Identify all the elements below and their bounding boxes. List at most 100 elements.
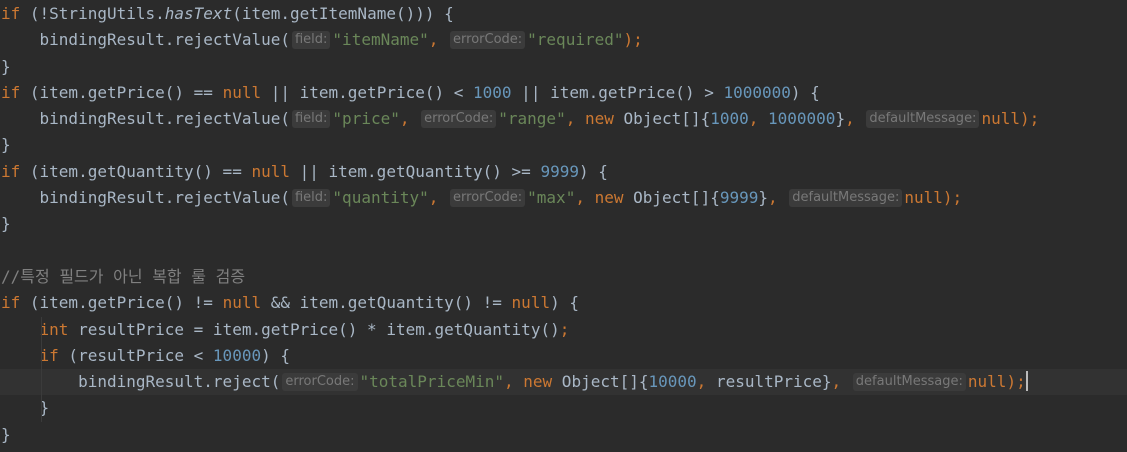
code-token: "itemName" [332,30,429,50]
indent-guide [41,395,42,422]
code-token: null [222,293,262,313]
code-token: } [1,56,11,76]
code-token: if [1,82,21,102]
code-token: , [831,372,851,392]
code-line[interactable]: if (item.getQuantity() == null || item.g… [0,159,1127,185]
code-token: || item.getPrice() > [511,82,724,102]
code-token: || item.getQuantity() >= [289,161,541,181]
code-token: if [1,4,21,23]
code-token: ); [942,188,963,208]
code-token: 1000 [473,82,512,102]
code-token: 9999 [540,161,579,181]
code-token: "price" [332,109,400,129]
code-token: ; [559,319,570,339]
code-token: bindingResult.rejectValue( [1,109,290,129]
code-token: "quantity" [332,188,429,208]
code-token: (!StringUtils. [20,4,165,23]
code-token: (item.getPrice() == [20,82,223,102]
code-line[interactable]: if (item.getPrice() == null || item.getP… [0,80,1127,106]
parameter-hint: errorCode: [282,373,358,392]
code-line[interactable]: int resultPrice = item.getPrice() * item… [0,316,1127,343]
code-line[interactable]: } [0,132,1127,158]
code-token: && item.getQuantity() != [261,293,512,313]
code-line[interactable]: bindingResult.reject(errorCode: "totalPri… [0,369,1127,396]
code-token: if [1,161,21,181]
code-token: resultPrice = item.getPrice() * item.get… [68,319,560,339]
code-token: } [1,135,11,155]
code-token: } [1,424,11,444]
code-token: resultPrice} [715,372,832,392]
code-token: 1000000 [768,109,836,129]
code-line[interactable]: } [0,54,1127,80]
parameter-hint: errorCode: [450,31,526,50]
code-token: if [39,345,59,365]
code-token: } [835,109,846,129]
parameter-hint: defaultMessage: [789,189,903,208]
parameter-hint: defaultMessage: [852,373,966,392]
code-token: (item.getPrice() != [20,293,223,313]
code-token: bindingResult.rejectValue( [1,30,290,50]
code-token: ); [623,30,643,50]
code-line[interactable]: bindingResult.rejectValue(field: "itemNam… [0,27,1127,53]
code-token: , [768,188,788,208]
code-token: , [399,109,420,129]
indent-guide [41,316,42,343]
code-token: , [575,188,595,208]
code-token: 1000000 [723,82,791,102]
parameter-hint: field: [291,110,331,129]
indent-guide [41,342,42,370]
code-token: int [39,319,69,339]
parameter-hint: defaultMessage: [866,110,980,129]
code-line[interactable]: if (resultPrice < 10000) { [0,342,1127,370]
indent-guide [41,369,42,396]
parameter-hint: field: [291,31,331,50]
code-line[interactable]: bindingResult.rejectValue(field: "price",… [0,106,1127,132]
code-token: null [511,293,551,313]
code-token: "range" [498,109,566,129]
code-token: ); [1006,372,1026,392]
parameter-hint: field: [291,189,331,208]
parameter-hint: errorCode: [421,110,497,129]
code-token: || item.getPrice() < [261,82,474,102]
code-token: ) { [261,345,290,365]
code-token: if [1,293,21,313]
code-token: Object[]{ [613,109,711,129]
code-line[interactable]: } [0,422,1127,448]
code-token: ); [1019,109,1040,129]
code-token: null [904,188,943,208]
code-token: "required" [527,30,624,50]
code-token: new [523,372,553,392]
code-token: Object[]{ [552,372,649,392]
code-token: , [748,109,768,129]
parameter-hint: errorCode: [450,189,526,208]
code-token: , [696,372,716,392]
code-token: } [1,214,11,234]
code-line[interactable] [0,238,1127,264]
code-token: , [504,372,524,392]
code-line[interactable]: if (item.getPrice() != null && item.getQ… [0,290,1127,316]
code-editor[interactable]: if (!StringUtils.hasText(item.getItemNam… [0,0,1127,452]
code-line[interactable]: if (!StringUtils.hasText(item.getItemNam… [0,1,1127,27]
code-line[interactable]: //특정 필드가 아닌 복합 룰 검증 [0,264,1127,290]
text-caret [1025,371,1028,392]
code-token: bindingResult.rejectValue( [1,188,290,208]
code-token: null [251,161,290,181]
code-token: ) { [578,161,608,181]
code-token: Object[]{ [623,188,720,208]
code-line[interactable]: } [0,211,1127,237]
code-token: //특정 필드가 아닌 복합 룰 검증 [1,266,246,286]
code-token: ) { [790,82,820,102]
code-line[interactable]: bindingResult.rejectValue(field: "quantit… [0,185,1127,211]
code-token: null [222,82,262,102]
code-token: , [565,109,585,129]
code-token: , [428,188,449,208]
code-token: "totalPriceMin" [359,372,505,392]
code-token: 10000 [648,372,697,392]
code-token: hasText [164,4,233,23]
code-token: , [845,109,865,129]
code-line[interactable]: } [0,395,1127,422]
code-token: 9999 [719,188,759,208]
code-token: } [758,188,768,208]
code-token: ) { [550,293,579,313]
